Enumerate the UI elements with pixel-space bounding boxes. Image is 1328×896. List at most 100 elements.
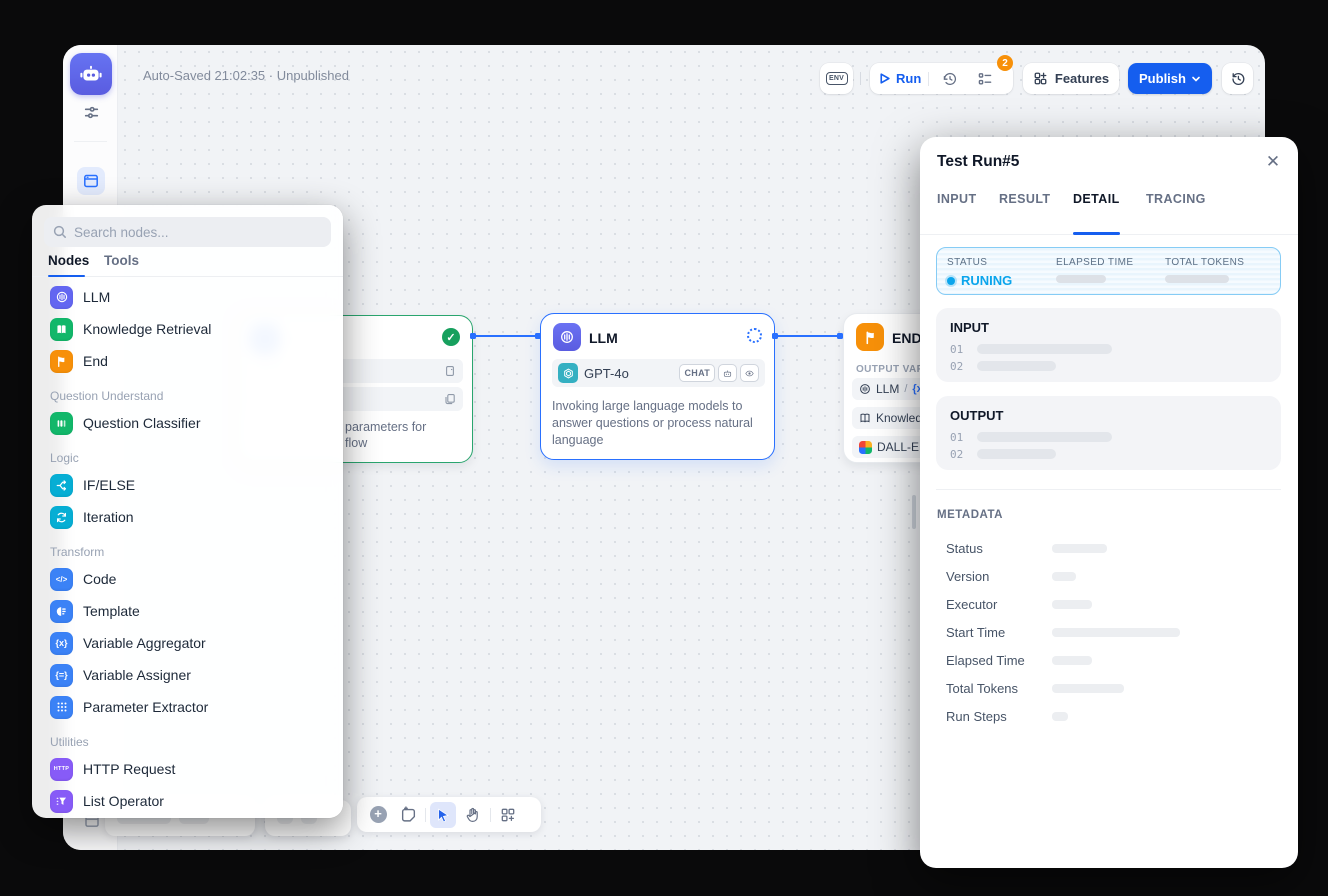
window-icon <box>83 173 99 189</box>
http-request-icon: HTTP <box>50 758 73 781</box>
pointer-tool-button[interactable] <box>430 802 456 828</box>
checklist-button[interactable] <box>971 65 999 93</box>
active-tab-underline <box>1073 232 1120 235</box>
elapsed-time-placeholder <box>1056 275 1106 283</box>
start-node-description: parameters for flow <box>345 419 426 451</box>
features-icon <box>1033 71 1048 86</box>
metadata-value-placeholder <box>1052 684 1124 693</box>
node-item-code[interactable]: </> Code <box>40 563 335 595</box>
node-item-template[interactable]: Template <box>40 595 335 627</box>
parameter-extractor-icon <box>50 696 73 719</box>
close-icon: ✕ <box>1266 152 1280 172</box>
version-history-button[interactable] <box>1222 63 1253 94</box>
end-flag-icon <box>50 350 73 373</box>
close-button[interactable]: ✕ <box>1260 149 1286 175</box>
metadata-value-placeholder <box>1052 600 1092 609</box>
variable-aggregator-icon: {x} <box>50 632 73 655</box>
node-item-end[interactable]: End <box>40 345 335 377</box>
node-item-iteration[interactable]: Iteration <box>40 501 335 533</box>
end-node-icon <box>856 323 884 351</box>
tab-result[interactable]: RESULT <box>999 192 1050 206</box>
features-button[interactable]: Features <box>1023 63 1119 94</box>
node-item-parameter-extractor[interactable]: Parameter Extractor <box>40 691 335 723</box>
metadata-value-placeholder <box>1052 544 1107 553</box>
canvas-toolbar: + <box>357 797 541 832</box>
node-item-question-classifier[interactable]: Question Classifier <box>40 407 335 439</box>
panel-title: Test Run#5 <box>937 153 1019 171</box>
app-logo-robot-icon[interactable] <box>70 53 112 95</box>
metadata-value-placeholder <box>1052 656 1092 665</box>
node-item-if-else[interactable]: IF/ELSE <box>40 469 335 501</box>
edge-llm-to-end <box>775 335 843 337</box>
preferences-sliders-icon[interactable] <box>82 103 100 121</box>
knowledge-book-icon <box>50 318 73 341</box>
add-node-button[interactable]: + <box>365 802 391 828</box>
status-value-running: RUNING <box>947 273 1012 288</box>
llm-node[interactable]: LLM GPT-4o CHAT Invoking lar <box>540 313 775 460</box>
elapsed-time-label: ELAPSED TIME <box>1056 257 1133 268</box>
organize-icon <box>500 807 516 823</box>
template-icon <box>50 600 73 623</box>
copy-icon <box>444 393 456 405</box>
canvas-view-button[interactable] <box>77 167 105 195</box>
node-item-list-operator[interactable]: List Operator <box>40 785 335 817</box>
llm-model-selector[interactable]: GPT-4o CHAT <box>552 359 765 387</box>
tab-detail[interactable]: DETAIL <box>1073 192 1120 206</box>
run-history-button[interactable] <box>936 65 964 93</box>
search-icon <box>53 225 67 239</box>
tab-input[interactable]: INPUT <box>937 192 977 206</box>
output-card: OUTPUT 01 02 <box>936 396 1281 470</box>
total-tokens-placeholder <box>1165 275 1229 283</box>
node-item-variable-aggregator[interactable]: {x} Variable Aggregator <box>40 627 335 659</box>
env-icon: ENV <box>826 72 848 85</box>
input-row-placeholder <box>977 344 1112 354</box>
section-logic: Logic <box>40 447 335 469</box>
variable-assigner-icon: {=} <box>50 664 73 687</box>
llm-icon <box>50 286 73 309</box>
metadata-value-placeholder <box>1052 628 1180 637</box>
output-heading: OUTPUT <box>950 408 1003 423</box>
chevron-down-icon <box>1191 74 1201 84</box>
plus-circle-icon: + <box>370 806 387 823</box>
run-group-divider <box>928 72 929 86</box>
node-item-variable-assigner[interactable]: {=} Variable Assigner <box>40 659 335 691</box>
status-label: STATUS <box>947 257 987 268</box>
node-item-knowledge-retrieval[interactable]: Knowledge Retrieval <box>40 313 335 345</box>
edge-connector <box>535 333 541 339</box>
tab-tools[interactable]: Tools <box>104 253 139 268</box>
canvas-scrollbar[interactable] <box>912 495 916 529</box>
node-item-llm[interactable]: LLM <box>40 281 335 313</box>
gpt-model-icon <box>558 363 578 383</box>
topbar-divider <box>860 72 861 85</box>
input-card: INPUT 01 02 <box>936 308 1281 382</box>
input-row-placeholder <box>977 361 1056 371</box>
total-tokens-label: TOTAL TOKENS <box>1165 257 1244 268</box>
hand-tool-button[interactable] <box>460 802 486 828</box>
node-item-http-request[interactable]: HTTP HTTP Request <box>40 753 335 785</box>
section-divider <box>936 489 1281 490</box>
organize-nodes-button[interactable] <box>495 802 521 828</box>
llm-node-icon <box>553 323 581 351</box>
node-search-input[interactable]: Search nodes... <box>44 217 331 247</box>
tab-tracing[interactable]: TRACING <box>1146 192 1206 206</box>
running-dot-icon <box>947 277 955 285</box>
output-row-placeholder <box>977 432 1112 442</box>
running-spinner-icon <box>747 328 762 343</box>
active-tab-underline <box>48 275 85 278</box>
run-group: Run <box>870 63 1013 94</box>
document-icon <box>444 365 456 377</box>
section-transform: Transform <box>40 541 335 563</box>
checklist-icon <box>977 71 993 87</box>
metadata-value-placeholder <box>1052 712 1068 721</box>
env-button[interactable]: ENV <box>820 63 853 94</box>
dalle-icon <box>859 441 872 454</box>
run-button[interactable]: Run <box>878 71 921 86</box>
add-note-button[interactable] <box>395 802 421 828</box>
test-run-panel: Test Run#5 ✕ INPUT RESULT DETAIL TRACING… <box>920 137 1298 868</box>
section-question-understand: Question Understand <box>40 385 335 407</box>
publish-button[interactable]: Publish <box>1128 63 1212 94</box>
tab-nodes[interactable]: Nodes <box>48 253 89 268</box>
metadata-heading: METADATA <box>937 509 1003 521</box>
section-utilities: Utilities <box>40 731 335 753</box>
note-plus-icon <box>400 806 417 823</box>
